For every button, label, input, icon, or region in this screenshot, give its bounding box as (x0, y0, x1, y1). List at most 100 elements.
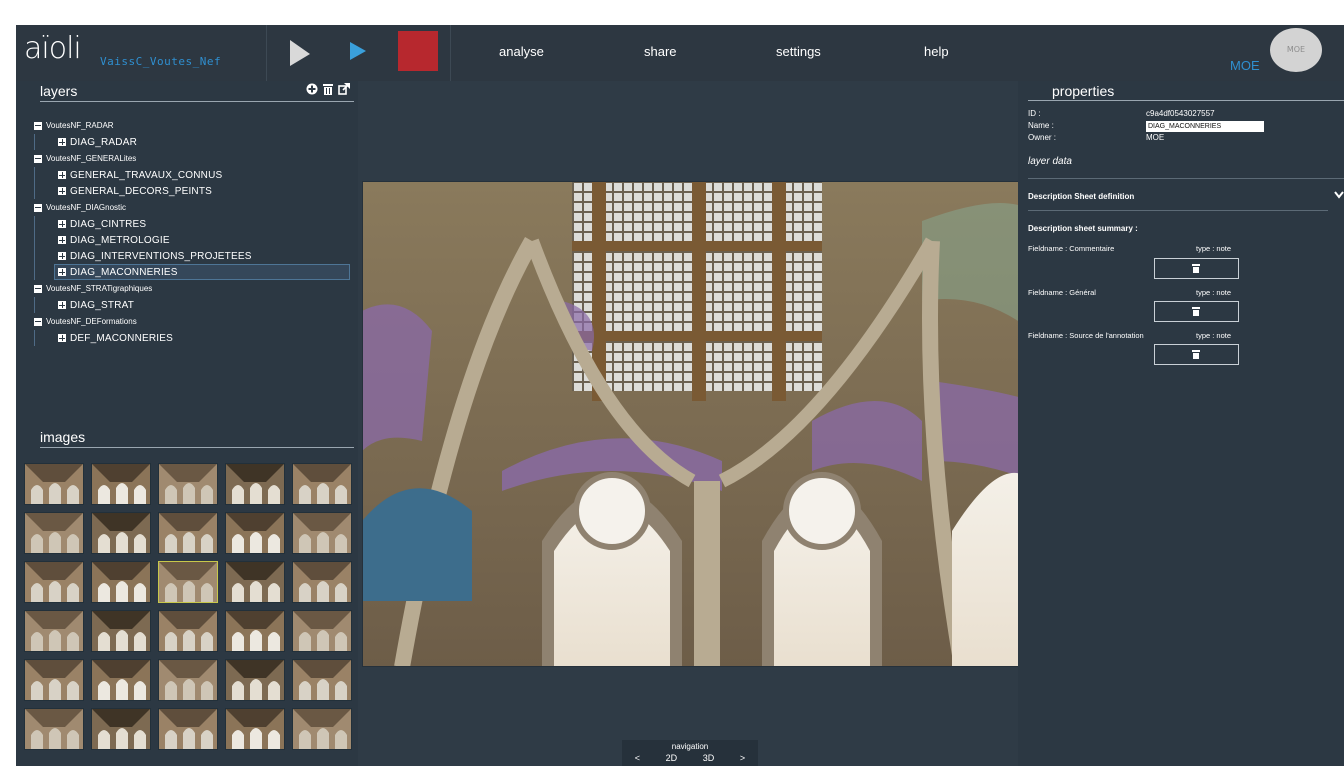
expand-icon[interactable] (58, 171, 66, 179)
top-bar: aïoli VaissC_Voutes_Nef analyse share se… (16, 25, 1344, 81)
layer-item[interactable]: DIAG_METROLOGIE (58, 232, 354, 248)
layer-item[interactable]: DIAG_RADAR (58, 134, 354, 150)
pointer-tool-icon[interactable] (288, 39, 312, 67)
image-thumbnail[interactable] (225, 659, 285, 701)
owner-label: Owner : (1028, 133, 1057, 142)
layer-group[interactable]: VoutesNF_DIAGnostic (34, 199, 354, 216)
delete-field-button[interactable] (1154, 344, 1239, 365)
image-thumbnail[interactable] (91, 708, 151, 750)
thumbnail-image (25, 464, 83, 504)
layer-item[interactable]: DIAG_CINTRES (58, 216, 354, 232)
layer-group[interactable]: VoutesNF_RADAR (34, 117, 354, 134)
image-thumbnail[interactable] (24, 561, 84, 603)
image-thumbnail[interactable] (292, 708, 352, 750)
trash-icon (1192, 264, 1200, 273)
image-thumbnail[interactable] (225, 610, 285, 652)
expand-icon[interactable] (58, 138, 66, 146)
image-thumbnail[interactable] (24, 708, 84, 750)
avatar[interactable]: MOE (1270, 28, 1322, 72)
layer-item[interactable]: GENERAL_DECORS_PEINTS (58, 183, 354, 199)
expand-icon[interactable] (58, 268, 66, 276)
nav-next-button[interactable]: > (740, 753, 745, 763)
layer-group[interactable]: VoutesNF_GENERALites (34, 150, 354, 167)
image-thumbnail[interactable] (91, 561, 151, 603)
image-thumbnail[interactable] (24, 463, 84, 505)
delete-field-button[interactable] (1154, 301, 1239, 322)
image-thumbnail[interactable] (225, 463, 285, 505)
image-thumbnail[interactable] (158, 659, 218, 701)
image-thumbnail[interactable] (158, 512, 218, 554)
nav-3d-button[interactable]: 3D (703, 753, 715, 763)
layer-group[interactable]: VoutesNF_DEFormations (34, 313, 354, 330)
expand-icon[interactable] (58, 334, 66, 342)
delete-field-button[interactable] (1154, 258, 1239, 279)
export-icon[interactable] (337, 83, 350, 95)
layers-title: layers (40, 83, 78, 99)
layer-item[interactable]: DIAG_INTERVENTIONS_PROJETEES (58, 248, 354, 264)
play-icon[interactable] (348, 40, 368, 62)
collapse-icon[interactable] (34, 121, 42, 130)
add-circle-icon[interactable] (306, 83, 318, 95)
expand-icon[interactable] (58, 187, 66, 195)
trash-icon[interactable] (322, 83, 333, 95)
image-thumbnail[interactable] (292, 561, 352, 603)
expand-icon[interactable] (58, 252, 66, 260)
divider (40, 101, 354, 102)
image-thumbnail[interactable] (158, 463, 218, 505)
image-thumbnail[interactable] (24, 512, 84, 554)
stop-button[interactable] (398, 31, 438, 71)
sheet-definition-header[interactable]: Description Sheet definition (1028, 192, 1134, 201)
nav-2d-button[interactable]: 2D (666, 753, 678, 763)
field-type: type : note (1196, 244, 1232, 253)
expand-icon[interactable] (58, 236, 66, 244)
image-thumbnail[interactable] (158, 708, 218, 750)
image-thumbnail[interactable] (91, 610, 151, 652)
image-thumbnail[interactable] (158, 561, 218, 603)
collapse-icon[interactable] (34, 317, 42, 326)
thumbnail-image (159, 464, 217, 504)
group-items: DIAG_CINTRES DIAG_METROLOGIE DIAG_INTERV… (34, 216, 354, 280)
app-logo: aïoli (24, 31, 82, 66)
layer-group[interactable]: VoutesNF_STRATigraphiques (34, 280, 354, 297)
image-thumbnail[interactable] (91, 512, 151, 554)
thumbnail-image (92, 660, 150, 700)
thumbnail-image (226, 513, 284, 553)
image-thumbnail[interactable] (292, 512, 352, 554)
image-thumbnail[interactable] (91, 659, 151, 701)
cathedral-vault-photo[interactable] (362, 181, 1032, 667)
collapse-icon[interactable] (34, 154, 42, 163)
image-thumbnail[interactable] (24, 610, 84, 652)
layer-label: GENERAL_TRAVAUX_CONNUS (70, 169, 223, 181)
menu-analyse[interactable]: analyse (499, 44, 544, 59)
layer-item[interactable]: GENERAL_TRAVAUX_CONNUS (58, 167, 354, 183)
image-thumbnail[interactable] (292, 659, 352, 701)
layer-data-label: layer data (1028, 156, 1072, 167)
group-label: VoutesNF_RADAR (46, 121, 114, 130)
expand-icon[interactable] (58, 301, 66, 309)
image-thumbnail[interactable] (225, 561, 285, 603)
menu-help[interactable]: help (924, 44, 949, 59)
group-items: DEF_MACONNERIES (34, 330, 354, 346)
image-thumbnail[interactable] (91, 463, 151, 505)
thumbnail-image (159, 611, 217, 651)
layer-item-selected[interactable]: DIAG_MACONNERIES (54, 264, 350, 280)
image-thumbnail[interactable] (158, 610, 218, 652)
chevron-down-icon[interactable] (1334, 191, 1344, 199)
layer-item[interactable]: DEF_MACONNERIES (58, 330, 354, 346)
image-thumbnail[interactable] (225, 512, 285, 554)
menu-settings[interactable]: settings (776, 44, 821, 59)
expand-icon[interactable] (58, 220, 66, 228)
layer-item[interactable]: DIAG_STRAT (58, 297, 354, 313)
menu-share[interactable]: share (644, 44, 677, 59)
image-thumbnail[interactable] (225, 708, 285, 750)
thumbnail-image (159, 562, 217, 602)
name-field[interactable] (1146, 121, 1264, 132)
image-thumbnail[interactable] (292, 610, 352, 652)
image-thumbnail[interactable] (292, 463, 352, 505)
image-thumbnail[interactable] (24, 659, 84, 701)
image-viewport[interactable] (358, 81, 1032, 766)
nav-prev-button[interactable]: < (635, 753, 640, 763)
navigation-title: navigation (671, 742, 709, 751)
collapse-icon[interactable] (34, 203, 42, 212)
collapse-icon[interactable] (34, 284, 42, 293)
